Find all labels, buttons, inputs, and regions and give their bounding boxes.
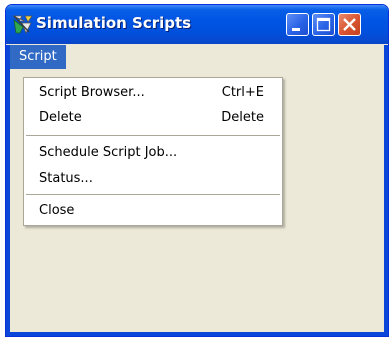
- window-frame-right: [384, 45, 388, 336]
- maximize-button[interactable]: [312, 13, 335, 36]
- minimize-icon: [292, 28, 300, 31]
- maximize-icon: [316, 17, 331, 32]
- close-window-button[interactable]: [338, 13, 361, 36]
- window-frame-bottom: [6, 332, 388, 336]
- menu-item-script-browser[interactable]: Script Browser... Ctrl+E: [24, 82, 282, 104]
- menu-item-status[interactable]: Status...: [24, 168, 282, 190]
- close-icon: [343, 18, 356, 31]
- menu-item-label: Close: [39, 203, 75, 218]
- menu-item-shortcut: Ctrl+E: [221, 85, 264, 100]
- menu-script[interactable]: Script: [10, 45, 66, 69]
- menu-bar: Script: [10, 45, 384, 69]
- script-menu-dropdown: Script Browser... Ctrl+E Delete Delete S…: [23, 77, 283, 226]
- menu-item-delete[interactable]: Delete Delete: [24, 107, 282, 129]
- menu-separator: [26, 135, 280, 136]
- menu-item-close[interactable]: Close: [24, 200, 282, 222]
- menu-item-label: Schedule Script Job...: [39, 145, 178, 160]
- menu-item-shortcut: Delete: [221, 110, 264, 125]
- menu-item-label: Delete: [39, 110, 82, 125]
- menu-item-label: Script Browser...: [39, 85, 145, 100]
- simulation-app-icon: [12, 14, 33, 34]
- menu-item-label: Status...: [39, 171, 93, 186]
- title-bar[interactable]: Simulation Scripts: [6, 5, 388, 44]
- window-title: Simulation Scripts: [36, 14, 192, 32]
- menu-separator: [26, 194, 280, 195]
- menu-item-schedule-script-job[interactable]: Schedule Script Job...: [24, 142, 282, 164]
- minimize-button[interactable]: [286, 13, 309, 36]
